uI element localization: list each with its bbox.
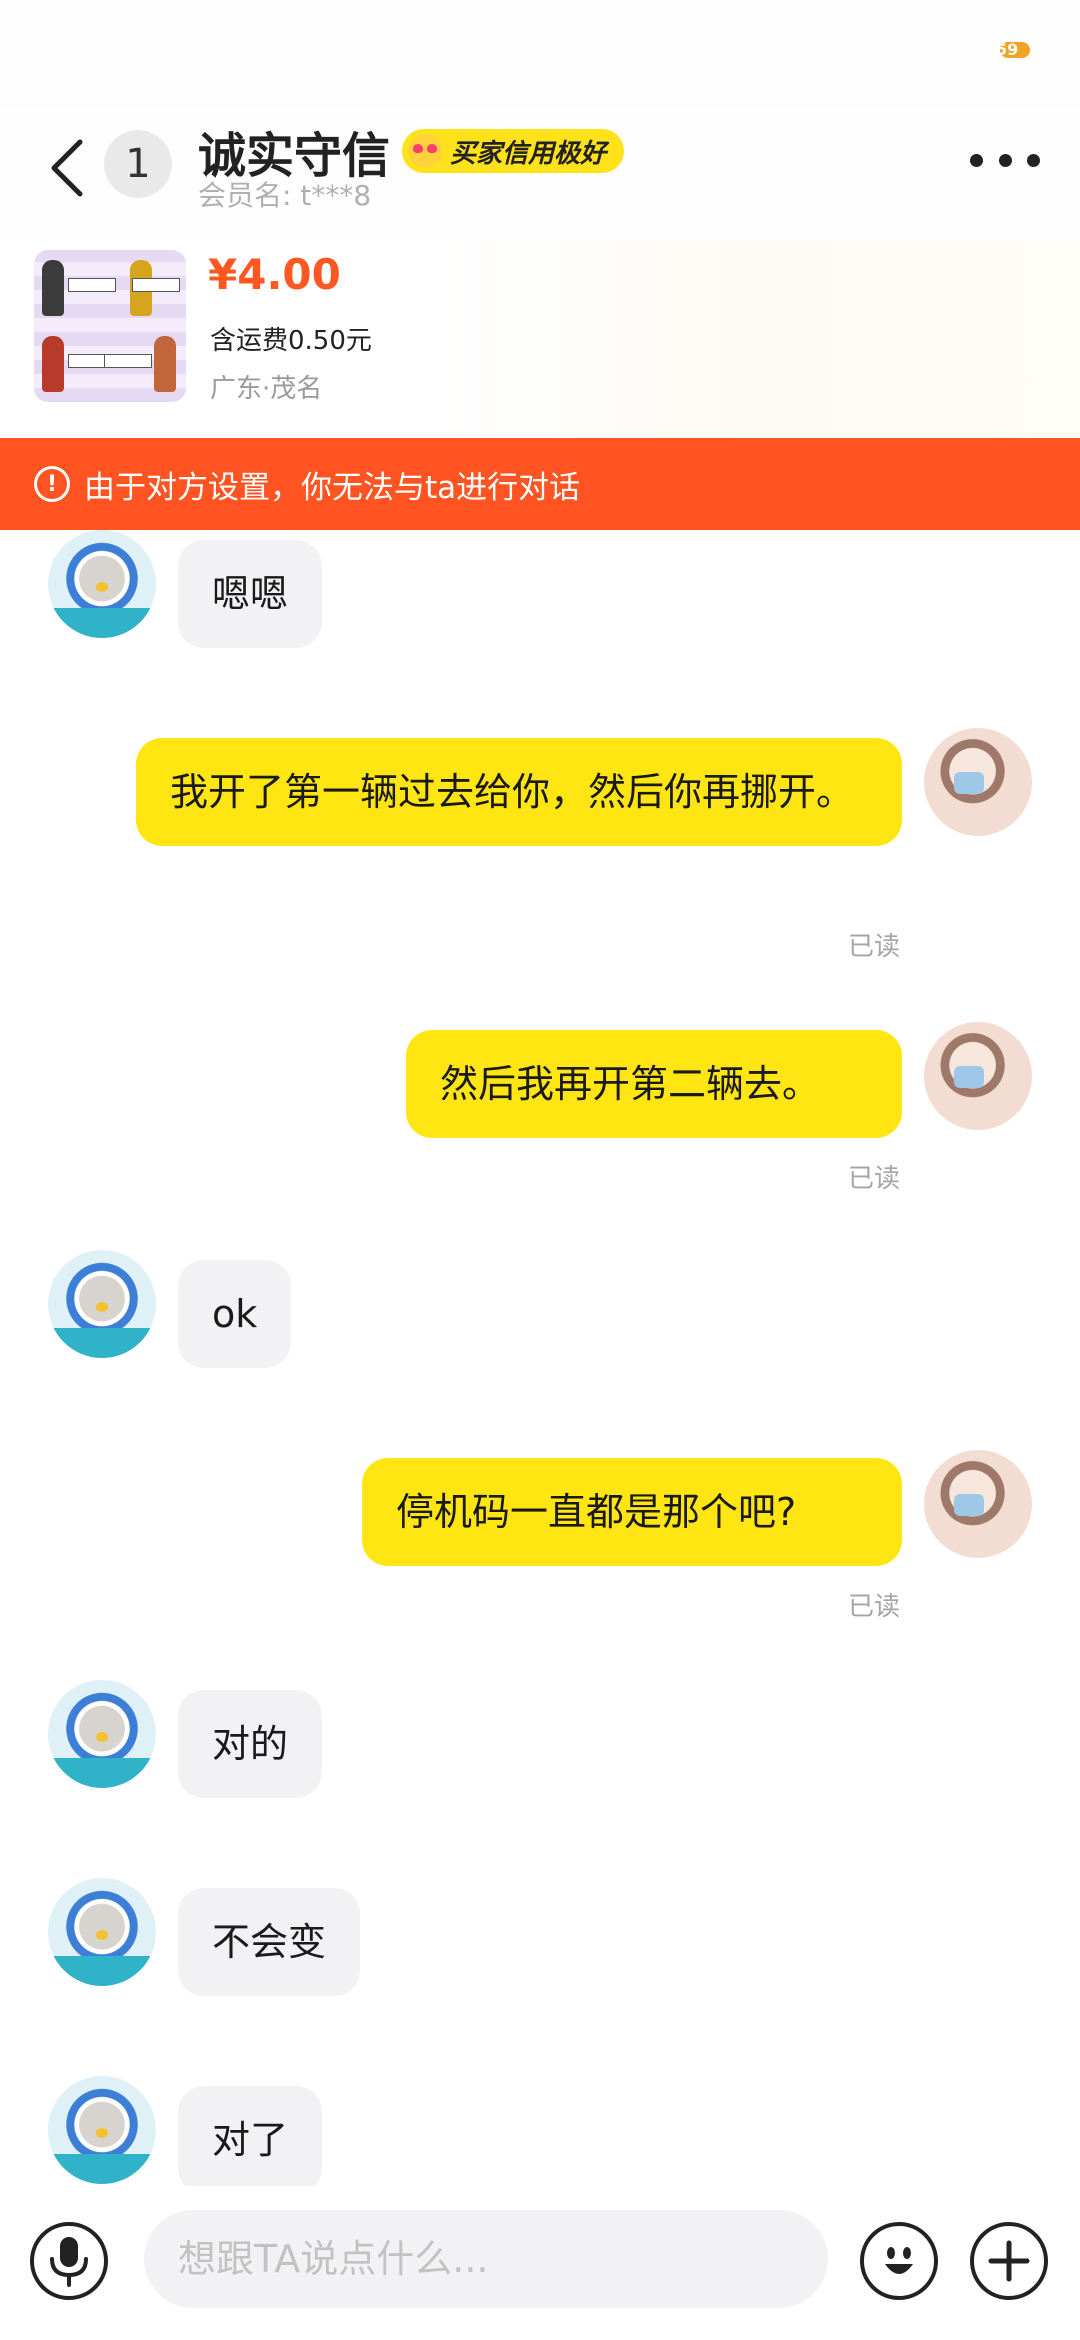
plus-button[interactable] xyxy=(970,2222,1048,2300)
more-dots-icon xyxy=(970,153,983,167)
message-bubble-outgoing[interactable]: 然后我再开第二辆去。 xyxy=(406,1030,902,1138)
credit-badge-label: 买家信用极好 xyxy=(450,138,607,169)
read-status: 已读 xyxy=(848,1164,901,1194)
back-button[interactable] xyxy=(40,130,96,206)
emoji-face-icon xyxy=(885,2247,913,2274)
seller-location: 广东·茂名 xyxy=(210,374,323,404)
chat-header: 1 诚实守信 买家信用极好 会员名: t***8 xyxy=(0,110,1080,240)
shipping-fee: 含运费0.50元 xyxy=(210,326,372,356)
message-input[interactable] xyxy=(144,2210,828,2308)
microphone-icon xyxy=(50,2237,88,2287)
battery-icon: 59 xyxy=(996,40,1030,59)
seller-avatar[interactable] xyxy=(48,2076,156,2184)
seller-avatar[interactable] xyxy=(48,1250,156,1358)
warning-circle-icon: ! xyxy=(34,466,70,502)
message-bubble-incoming[interactable]: 嗯嗯 xyxy=(178,540,323,648)
product-price: ¥4.00 xyxy=(208,250,341,299)
message-bubble-incoming[interactable]: ok xyxy=(178,1260,292,1368)
voice-button[interactable] xyxy=(30,2222,108,2300)
read-status: 已读 xyxy=(848,932,901,962)
figure-icon xyxy=(42,260,64,316)
emoji-button[interactable] xyxy=(860,2222,938,2300)
unread-count-badge[interactable]: 1 xyxy=(104,130,172,198)
input-bar xyxy=(0,2186,1080,2340)
product-card[interactable]: ¥4.00 含运费0.50元 广东·茂名 xyxy=(0,240,1080,438)
seller-avatar[interactable] xyxy=(48,1680,156,1788)
plus-icon xyxy=(988,2240,1030,2282)
message-bubble-incoming[interactable]: 对的 xyxy=(178,1690,323,1798)
heart-eyes-icon xyxy=(408,134,443,168)
label-icon xyxy=(68,278,116,292)
seller-avatar[interactable] xyxy=(48,530,156,638)
more-dots-icon xyxy=(1027,153,1040,167)
read-status: 已读 xyxy=(848,1592,901,1622)
message-bubble-incoming[interactable]: 不会变 xyxy=(178,1888,361,1996)
message-bubble-outgoing[interactable]: 停机码一直都是那个吧? xyxy=(362,1458,902,1566)
warning-text: 由于对方设置，你无法与ta进行对话 xyxy=(84,469,581,506)
more-dots-icon xyxy=(998,153,1012,167)
my-avatar[interactable] xyxy=(924,1450,1032,1558)
product-thumbnail[interactable] xyxy=(34,250,186,402)
more-options-button[interactable] xyxy=(970,140,1040,180)
chevron-left-icon xyxy=(51,139,83,197)
label-icon xyxy=(104,354,152,368)
seller-avatar[interactable] xyxy=(48,1878,156,1986)
message-bubble-outgoing[interactable]: 我开了第一辆过去给你，然后你再挪开。 xyxy=(136,738,902,846)
my-avatar[interactable] xyxy=(924,1022,1032,1130)
label-icon xyxy=(132,278,180,292)
figure-icon xyxy=(42,336,64,392)
my-avatar[interactable] xyxy=(924,728,1032,836)
member-name: 会员名: t***8 xyxy=(198,179,372,212)
message-list[interactable]: 嗯嗯 我开了第一辆过去给你，然后你再挪开。 已读 然后我再开第二辆去。 已读 o… xyxy=(0,530,1080,2186)
credit-badge: 买家信用极好 xyxy=(402,129,625,173)
figure-icon xyxy=(154,336,176,392)
warning-banner: ! 由于对方设置，你无法与ta进行对话 xyxy=(0,438,1080,530)
status-bar: 59 xyxy=(0,0,1080,110)
message-bubble-incoming[interactable]: 对了 xyxy=(178,2086,323,2186)
